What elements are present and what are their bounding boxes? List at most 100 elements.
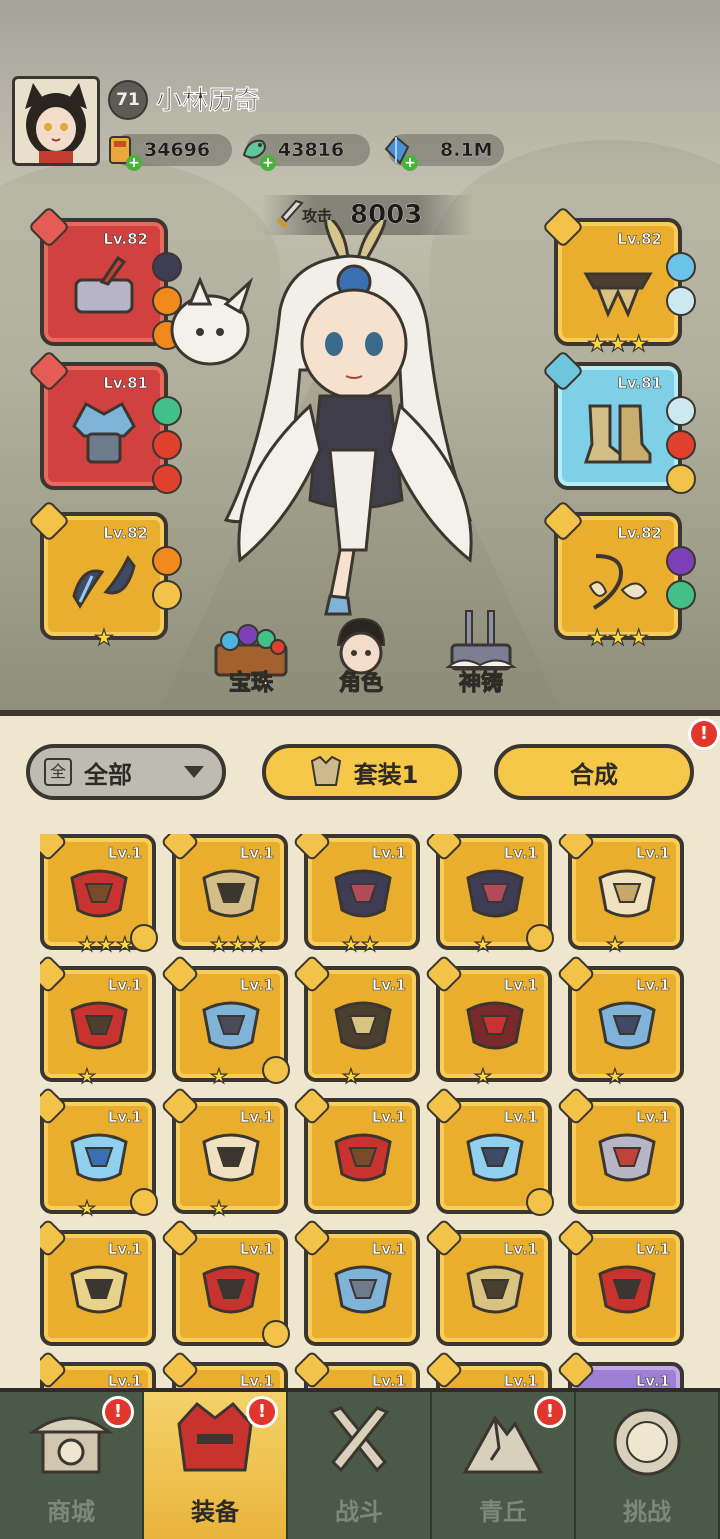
ticket-amount: 34696 [144, 139, 211, 161]
equipped-waist-level: Lv.82 [617, 230, 662, 249]
item-type-icon [424, 1350, 464, 1390]
filter-all-icon: 全 [44, 758, 72, 786]
inventory-item[interactable]: Lv.1 ★ ★ [292, 834, 420, 955]
merge-label: 合成 [570, 760, 618, 789]
gem-socket [666, 580, 696, 610]
equipped-ring-stars: ★ [94, 626, 115, 651]
resource-ticket[interactable]: + 34696 [109, 134, 232, 171]
ice-helmet-icon [72, 401, 136, 464]
jade-dragon-icon: + [238, 133, 276, 171]
inventory-item[interactable]: Lv.1 [556, 1086, 684, 1214]
crossed-swords-icon [328, 1406, 390, 1473]
equipped-waist-slot[interactable]: Lv.82 ★ ★ ★ [541, 205, 696, 356]
item-stars: ★ [209, 1064, 228, 1088]
red-flower-ring-icon [334, 1133, 392, 1182]
inventory-item[interactable]: Lv.1 ★ [556, 954, 684, 1087]
category-filter-dropdown[interactable]: 全 全部 [26, 744, 226, 800]
resource-crystal[interactable]: + 8.1M [384, 134, 504, 171]
inventory-item[interactable]: Lv.1 ★ [160, 1086, 288, 1219]
item-type-icon [160, 1218, 200, 1258]
gem-socket [666, 546, 696, 576]
item-level: Lv.1 [107, 1240, 142, 1259]
add-ticket-button[interactable]: + [126, 155, 142, 171]
nav-tab-battle[interactable]: 战斗 [288, 1392, 432, 1539]
inventory-item[interactable]: Lv.1 [292, 1218, 420, 1346]
inventory-item[interactable]: Lv.1 [556, 1218, 684, 1346]
star-icon: ★ [360, 932, 379, 956]
ice-ring-icon [72, 555, 136, 609]
equipment-alert-badge: ! [246, 1396, 278, 1428]
inventory-item[interactable]: Lv.1 [292, 1086, 420, 1214]
bone-amulet-icon [588, 554, 648, 610]
nav-tab-equipment[interactable]: 装备 ! [144, 1392, 288, 1539]
resource-jade[interactable]: + 43816 [242, 134, 370, 171]
nav-tab-qingqiu[interactable]: 青丘 ! [432, 1392, 576, 1539]
inventory-item[interactable]: Lv.1 ★ [292, 954, 420, 1087]
inventory-item[interactable]: Lv.1 [160, 1218, 290, 1348]
item-stars: ★ ★ ★ [209, 932, 266, 956]
forge-button[interactable]: 神铸 [426, 610, 536, 705]
crystal-amount: 8.1M [440, 139, 493, 161]
item-type-icon [424, 1218, 464, 1258]
inventory-item[interactable]: Lv.1 ★ [40, 1086, 158, 1219]
merge-button[interactable]: 合成 [494, 744, 694, 800]
star-icon: ★ [96, 932, 115, 956]
item-level: Lv.1 [635, 1108, 670, 1127]
nav-tab-challenge[interactable]: 挑战 [576, 1392, 720, 1539]
item-lock-icon [130, 1188, 158, 1216]
equipment-set-button[interactable]: 套装1 [262, 744, 462, 800]
equipped-ring-slot[interactable]: Lv.82 ★ [27, 499, 182, 650]
inventory-item[interactable]: Lv.1 ★ [556, 834, 684, 955]
bone-amulet-icon [202, 1133, 260, 1182]
gem-socket [666, 252, 696, 282]
chevron-down-icon [184, 766, 204, 778]
item-type-icon [292, 1350, 332, 1390]
item-stars: ★ [473, 933, 492, 954]
fox-girl-portrait-icon [25, 83, 87, 163]
inventory-item[interactable]: Lv.1 ★ ★ ★ [160, 834, 288, 955]
item-level: Lv.1 [371, 1240, 406, 1259]
item-type-icon [292, 1218, 332, 1258]
pearls-button[interactable]: 宝珠 [196, 615, 306, 705]
equipped-accessory-slot[interactable]: Lv.82 ★ ★ ★ [541, 499, 696, 650]
equipped-weapon-slot[interactable]: Lv.82 [27, 205, 182, 350]
item-type-icon [556, 1218, 596, 1258]
equipped-armor-slot[interactable]: Lv.81 [27, 349, 182, 494]
star-icon: ★ [341, 1064, 360, 1088]
bronze-belt-icon [583, 272, 653, 318]
inventory-item[interactable]: Lv.1 ★ [160, 954, 290, 1087]
player-avatar[interactable] [12, 76, 100, 166]
equipped-armor-level: Lv.81 [103, 374, 148, 393]
inventory-item[interactable]: Lv.1 ★ [424, 954, 552, 1087]
add-crystal-button[interactable]: + [402, 155, 418, 171]
shop-alert-badge: ! [102, 1396, 134, 1428]
character-button[interactable]: 角色 [306, 615, 416, 705]
item-stars: ★ [77, 1197, 96, 1218]
armor-set-icon [310, 755, 341, 786]
horn-amulet-icon [598, 869, 656, 918]
item-type-icon [292, 954, 332, 994]
inventory-item[interactable]: Lv.1 [424, 1218, 552, 1346]
equipped-boots-slot[interactable]: Lv.81 [541, 349, 696, 494]
inventory-item[interactable]: Lv.1 [40, 1218, 156, 1346]
item-level: Lv.1 [239, 976, 274, 995]
add-jade-button[interactable]: + [260, 155, 276, 171]
item-stars: ★ [77, 1065, 96, 1086]
inventory-item[interactable]: Lv.1 ★ [424, 834, 554, 955]
inventory-item[interactable]: Lv.1 ★ [40, 954, 156, 1087]
item-type-icon [556, 954, 596, 994]
filter-label: 全部 [84, 760, 132, 789]
bottom-navigation: 商城 ! 装备 ! 战斗 青丘 ! 挑战 [0, 1388, 720, 1539]
white-fox-pet-icon [170, 276, 254, 366]
nav-tab-shop[interactable]: 商城 ! [0, 1392, 144, 1539]
item-stars: ★ [605, 933, 624, 954]
inventory-item[interactable]: Lv.1 [424, 1086, 554, 1216]
item-lock-icon [262, 1320, 290, 1348]
nav-label-battle: 战斗 [335, 1498, 383, 1526]
inventory-item[interactable]: Lv.1 ★ ★ ★ [40, 834, 158, 955]
inventory-panel: 全 全部 套装1 合成 ! Lv.1 ★ ★ ★ Lv.1 ★ ★ ★ Lv.1 ★ ★ Lv.1 ★ L… [0, 710, 720, 1404]
star-icon: ★ [228, 932, 247, 956]
item-level: Lv.1 [503, 976, 538, 995]
item-level: Lv.1 [371, 844, 406, 863]
star-icon: ★ [209, 1064, 228, 1088]
